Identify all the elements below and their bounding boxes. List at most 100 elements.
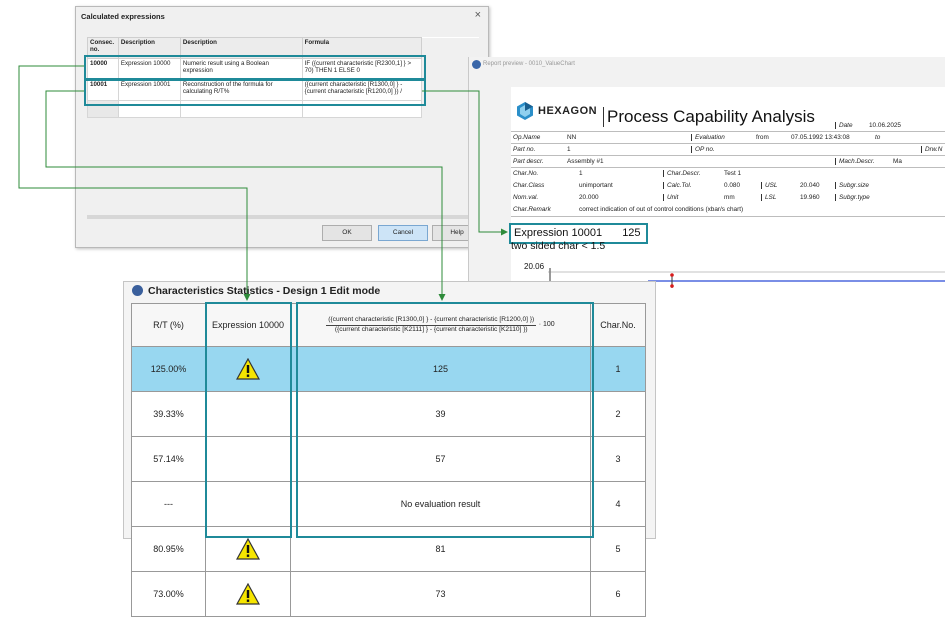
table-row[interactable]: 57.14% 57 3 [131,436,646,482]
char-no-cell: 3 [590,436,646,482]
divider [511,131,945,132]
nom-val-label: Nom.val. [513,194,539,201]
formula-denominator: ({current characteristic [K2111] } - {cu… [334,325,528,333]
hexagon-logo-icon [517,102,533,120]
table-row[interactable]: 10000 Expression 10000 Numeric result us… [87,58,479,80]
char-no-cell: 6 [590,571,646,617]
char-descr-label: Char.Descr. [663,170,701,177]
subgr-type-label: Subgr.type [835,194,870,201]
rt-cell: 125.00% [131,346,206,392]
row-number: 10001 [87,79,119,101]
expression-cell [205,571,291,617]
char-remark-label: Char.Remark [513,206,551,213]
table-row[interactable]: 125.00% 125 1 [131,346,646,392]
expression-label: Expression 10001 [514,227,603,239]
window-title: Characteristics Statistics - Design 1 Ed… [148,285,381,297]
part-no-label: Part no. [513,146,536,153]
formula-numerator: ({current characteristic [R1300,0] } - {… [326,316,537,326]
warning-icon [236,583,260,605]
row-name: Expression 10000 [117,58,181,80]
table-row[interactable]: 39.33% 39 2 [131,391,646,437]
rt-cell: --- [131,481,206,527]
row-description: Numeric result using a Boolean expressio… [179,58,303,80]
char-no-cell: 4 [590,481,646,527]
formula-value-cell: No evaluation result [290,481,591,527]
usl-label: USL [761,182,777,189]
column-header-formula[interactable]: Formula [301,37,423,59]
rt-cell: 57.14% [131,436,206,482]
ok-button[interactable]: OK [322,225,372,241]
dialog-title: Calculated expressions [81,12,165,21]
unit-label: Unit [663,194,678,201]
table-row[interactable]: 10001 Expression 10001 Reconstruction of… [87,79,479,101]
char-no-label: Char.No. [513,170,539,177]
formula-value-cell: 81 [290,526,591,572]
part-descr-label: Part descr. [513,158,544,165]
char-no-cell: 1 [590,346,646,392]
expressions-table: Consec. no. Description Description Form… [87,37,479,118]
two-sided-note: two sided char < 1.5 [511,240,606,252]
rt-cell: 39.33% [131,391,206,437]
warning-icon [236,538,260,560]
column-header-description[interactable]: Description [117,37,181,59]
from-label: from [756,134,769,141]
calc-tol-label: Calc.Tol. [663,182,692,189]
table-row[interactable]: 73.00% 73 6 [131,571,646,617]
chart-point-marker [670,273,674,277]
column-header-description-long[interactable]: Description [179,37,303,59]
expression-cell [205,346,291,392]
calc-tol-value: 0.080 [724,182,740,189]
char-class-label: Char.Class [513,182,545,189]
divider [511,155,945,156]
row-formula: IF ({current characteristic [R2300,1] } … [301,58,423,80]
report-title: Process Capability Analysis [603,107,815,127]
column-header-expression-10000[interactable]: Expression 10000 [205,303,291,347]
expression-result: Expression 10001 125 [514,227,641,239]
report-window-title: Report preview - 0010_ValueChart [483,61,575,67]
rt-cell: 80.95% [131,526,206,572]
column-header-spacer [421,37,479,59]
warning-icon [236,358,260,380]
char-no-value: 1 [579,170,583,177]
calculated-expressions-dialog: Calculated expressions × Consec. no. Des… [75,6,489,248]
part-no-value: 1 [567,146,571,153]
to-label: to [875,134,881,141]
date-label: Date [835,122,853,129]
char-no-cell: 5 [590,526,646,572]
column-header-char-no[interactable]: Char.No. [590,303,646,347]
empty-cell [179,100,303,118]
column-header-consec-no[interactable]: Consec. no. [87,37,119,59]
expression-cell [205,436,291,482]
op-no-label: OP no. [691,146,715,153]
cancel-button[interactable]: Cancel [378,225,428,241]
expression-cell [205,481,291,527]
formula-multiplier: · 100 [538,321,555,329]
close-icon[interactable]: × [475,9,481,21]
op-name-label: Op.Name [513,134,541,141]
chart-point-marker [670,284,674,288]
empty-cell [117,100,181,118]
part-descr-value: Assembly #1 [567,158,604,165]
app-icon [472,60,481,69]
hexagon-logo-text: HEXAGON [538,105,598,117]
evaluation-label: Evaluation [691,134,725,141]
expression-cell [205,526,291,572]
empty-cell [87,100,119,118]
empty-cell [301,100,423,118]
formula-value-cell: 57 [290,436,591,482]
report-sheet: HEXAGON Process Capability Analysis Date… [511,87,945,287]
drw-no-label: Drw.N [921,146,942,153]
row-name: Expression 10001 [117,79,181,101]
formula-value-cell: 125 [290,346,591,392]
divider [511,143,945,144]
usl-value: 20.040 [800,182,820,189]
column-header-formula[interactable]: ({current characteristic [R1300,0] } - {… [290,303,591,347]
table-row[interactable]: --- No evaluation result 4 [131,481,646,527]
nom-val-value: 20.000 [579,194,599,201]
table-row[interactable]: 80.95% 81 5 [131,526,646,572]
mach-descr-label: Mach.Descr. [835,158,875,165]
column-header-rt[interactable]: R/T (%) [131,303,206,347]
from-value: 07.05.1992 13:43:08 [791,134,850,141]
horizontal-scrollbar[interactable] [87,215,479,219]
table-row-empty[interactable] [87,100,479,118]
